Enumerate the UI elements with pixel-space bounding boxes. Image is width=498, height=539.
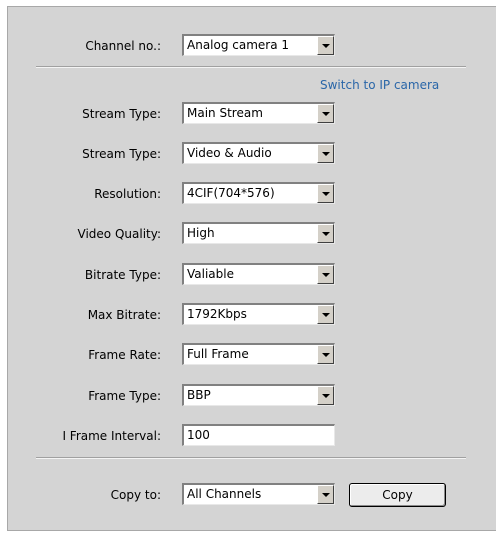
- bitrate-type-value: Valiable: [187, 267, 234, 281]
- stream-content-label: Stream Type:: [82, 147, 161, 161]
- stream-content-row: Stream Type: Video & Audio: [8, 142, 497, 166]
- frame-type-dropdown-button[interactable]: [317, 386, 334, 405]
- video-quality-select[interactable]: High: [182, 222, 335, 244]
- max-bitrate-dropdown-button[interactable]: [317, 305, 334, 324]
- chevron-down-icon: [322, 313, 330, 317]
- max-bitrate-row: Max Bitrate: 1792Kbps: [8, 303, 497, 327]
- frame-rate-select[interactable]: Full Frame: [182, 343, 335, 365]
- frame-type-value: BBP: [187, 388, 211, 402]
- bitrate-type-select[interactable]: Valiable: [182, 263, 335, 285]
- bitrate-type-row: Bitrate Type: Valiable: [8, 263, 497, 287]
- chevron-down-icon: [322, 394, 330, 398]
- frame-rate-dropdown-button[interactable]: [317, 345, 334, 364]
- copy-to-value: All Channels: [187, 487, 262, 501]
- chevron-down-icon: [322, 353, 330, 357]
- copy-to-label: Copy to:: [110, 488, 161, 502]
- bottom-divider: [36, 457, 466, 459]
- frame-rate-row: Frame Rate: Full Frame: [8, 343, 497, 367]
- chevron-down-icon: [322, 44, 330, 48]
- stream-type-label: Stream Type:: [82, 107, 161, 121]
- chevron-down-icon: [322, 232, 330, 236]
- copy-row: Copy to: All Channels Copy: [8, 483, 497, 507]
- bitrate-type-dropdown-button[interactable]: [317, 265, 334, 284]
- frame-rate-label: Frame Rate:: [88, 348, 161, 362]
- switch-to-ip-camera-link[interactable]: Switch to IP camera: [320, 78, 439, 92]
- resolution-row: Resolution: 4CIF(704*576): [8, 182, 497, 206]
- stream-type-value: Main Stream: [187, 106, 263, 120]
- max-bitrate-value: 1792Kbps: [187, 307, 247, 321]
- resolution-label: Resolution:: [94, 187, 161, 201]
- stream-content-dropdown-button[interactable]: [317, 144, 334, 163]
- max-bitrate-select[interactable]: 1792Kbps: [182, 303, 335, 325]
- video-settings-panel: Channel no.: Analog camera 1 Switch to I…: [7, 6, 496, 531]
- copy-to-select[interactable]: All Channels: [182, 483, 335, 505]
- stream-type-row: Stream Type: Main Stream: [8, 102, 497, 126]
- bitrate-type-label: Bitrate Type:: [84, 268, 161, 282]
- resolution-dropdown-button[interactable]: [317, 184, 334, 203]
- resolution-select[interactable]: 4CIF(704*576): [182, 182, 335, 204]
- top-divider: [36, 66, 466, 68]
- copy-button[interactable]: Copy: [349, 483, 446, 507]
- frame-rate-value: Full Frame: [187, 347, 249, 361]
- stream-type-dropdown-button[interactable]: [317, 104, 334, 123]
- iframe-interval-label: I Frame Interval:: [62, 429, 161, 443]
- video-quality-row: Video Quality: High: [8, 222, 497, 246]
- channel-dropdown-button[interactable]: [317, 36, 334, 55]
- stream-type-select[interactable]: Main Stream: [182, 102, 335, 124]
- video-quality-dropdown-button[interactable]: [317, 224, 334, 243]
- iframe-interval-input[interactable]: 100: [182, 424, 335, 446]
- video-quality-value: High: [187, 226, 215, 240]
- frame-type-label: Frame Type:: [88, 389, 161, 403]
- chevron-down-icon: [322, 112, 330, 116]
- iframe-interval-row: I Frame Interval: 100: [8, 424, 497, 448]
- copy-to-dropdown-button[interactable]: [317, 485, 334, 504]
- stream-content-value: Video & Audio: [187, 146, 272, 160]
- chevron-down-icon: [322, 192, 330, 196]
- max-bitrate-label: Max Bitrate:: [87, 308, 161, 322]
- stream-content-select[interactable]: Video & Audio: [182, 142, 335, 164]
- resolution-value: 4CIF(704*576): [187, 186, 275, 200]
- channel-label: Channel no.:: [85, 39, 161, 53]
- chevron-down-icon: [322, 273, 330, 277]
- video-quality-label: Video Quality:: [77, 227, 161, 241]
- channel-value: Analog camera 1: [187, 38, 290, 52]
- frame-type-row: Frame Type: BBP: [8, 384, 497, 408]
- channel-select[interactable]: Analog camera 1: [182, 34, 335, 56]
- chevron-down-icon: [322, 493, 330, 497]
- frame-type-select[interactable]: BBP: [182, 384, 335, 406]
- channel-row: Channel no.: Analog camera 1: [8, 34, 497, 58]
- chevron-down-icon: [322, 152, 330, 156]
